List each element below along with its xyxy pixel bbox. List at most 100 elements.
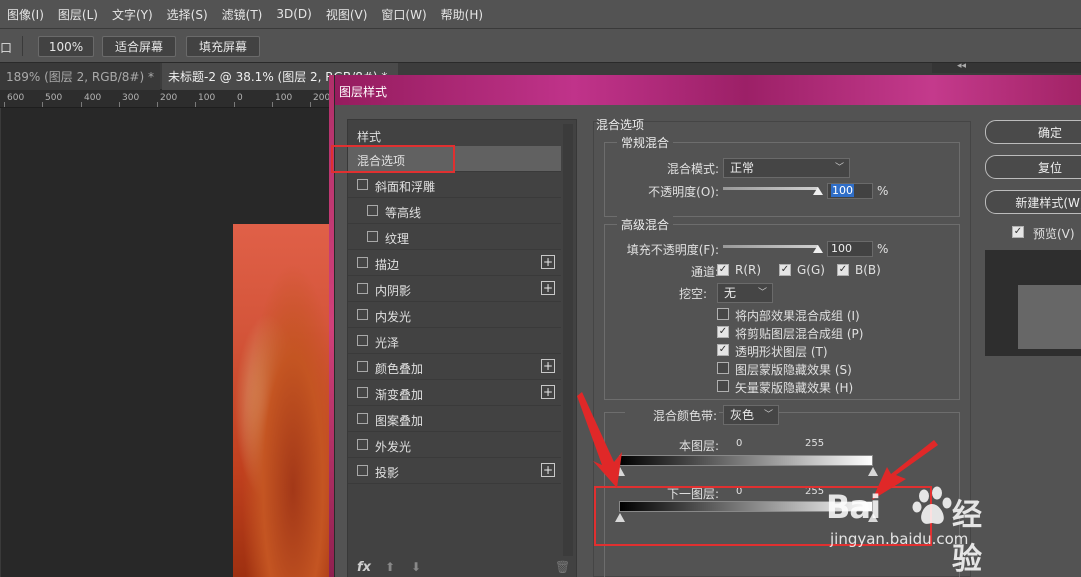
- menu-layer[interactable]: 图层(L): [51, 6, 105, 23]
- chevron-down-icon: ﹀: [757, 288, 767, 298]
- ruler-tick: [234, 102, 235, 107]
- blend-if-label: 混合颜色带:: [625, 407, 719, 424]
- style-item-contour[interactable]: 等高线: [348, 198, 561, 224]
- layer-mask-hides-checkbox[interactable]: [717, 362, 729, 374]
- fill-opacity-label: 填充不透明度(F):: [626, 243, 719, 257]
- move-down-icon[interactable]: ⬇: [411, 560, 421, 574]
- style-item-texture[interactable]: 纹理: [348, 224, 561, 250]
- style-item-label: 渐变叠加: [375, 388, 424, 402]
- add-icon[interactable]: +: [541, 281, 555, 295]
- styles-scrollbar[interactable]: [563, 124, 573, 556]
- dialog-title-bar[interactable]: 图层样式: [335, 75, 1081, 105]
- checkbox[interactable]: [367, 231, 378, 242]
- ok-button[interactable]: 确定: [985, 120, 1081, 144]
- blend-mode-value: 正常: [730, 161, 755, 175]
- add-icon[interactable]: +: [541, 463, 555, 477]
- checkbox[interactable]: [357, 283, 368, 294]
- style-item-drop-shadow[interactable]: 投影 +: [348, 458, 561, 484]
- menu-type[interactable]: 文字(Y): [105, 6, 160, 23]
- fill-opacity-input[interactable]: 100: [827, 241, 873, 257]
- ruler-label: 100: [275, 93, 293, 103]
- add-icon[interactable]: +: [541, 385, 555, 399]
- knockout-value: 无: [724, 286, 737, 300]
- opacity-slider[interactable]: [723, 187, 818, 190]
- reset-button[interactable]: 复位: [985, 155, 1081, 179]
- fill-opacity-slider[interactable]: [723, 245, 818, 248]
- knockout-select[interactable]: 无 ﹀: [717, 283, 773, 303]
- menu-help[interactable]: 帮助(H): [434, 6, 490, 23]
- options-bar: 口 100% 适合屏幕 填充屏幕: [0, 28, 1081, 63]
- channel-r-checkbox[interactable]: ✓: [717, 264, 729, 276]
- this-layer-max: 255: [805, 438, 825, 449]
- blend-mode-select[interactable]: 正常 ﹀: [723, 158, 850, 178]
- menu-window[interactable]: 窗口(W): [374, 6, 433, 23]
- dialog-title: 图层样式: [339, 85, 388, 99]
- fx-icon[interactable]: fx: [357, 560, 371, 575]
- style-item-satin[interactable]: 光泽: [348, 328, 561, 354]
- checkbox[interactable]: [367, 205, 378, 216]
- fill-screen-button[interactable]: 填充屏幕: [186, 36, 260, 57]
- channel-b-checkbox[interactable]: ✓: [837, 264, 849, 276]
- style-item-gradient-overlay[interactable]: 渐变叠加 +: [348, 380, 561, 406]
- style-item-outer-glow[interactable]: 外发光: [348, 432, 561, 458]
- ruler-tick: [119, 102, 120, 107]
- menu-view[interactable]: 视图(V): [319, 6, 375, 23]
- fit-screen-button[interactable]: 适合屏幕: [102, 36, 176, 57]
- ruler-label: 0: [237, 93, 243, 103]
- ruler-tick: [195, 102, 196, 107]
- ruler-label: 100: [198, 93, 216, 103]
- fill-opacity-slider-thumb[interactable]: [813, 245, 823, 253]
- fill-opacity-percent: %: [877, 242, 889, 256]
- checkbox[interactable]: [357, 309, 368, 320]
- this-layer-black-stop[interactable]: [615, 467, 625, 476]
- style-item-color-overlay[interactable]: 颜色叠加 +: [348, 354, 561, 380]
- ruler-tick: [310, 102, 311, 107]
- blend-if-select[interactable]: 灰色 ﹀: [723, 405, 779, 425]
- collapse-panels-icon[interactable]: ◂◂: [957, 61, 966, 71]
- this-layer-white-stop[interactable]: [868, 467, 878, 476]
- add-icon[interactable]: +: [541, 359, 555, 373]
- checkbox[interactable]: [357, 465, 368, 476]
- style-item-label: 投影: [375, 466, 400, 480]
- add-icon[interactable]: +: [541, 255, 555, 269]
- blend-interior-checkbox[interactable]: [717, 308, 729, 320]
- move-up-icon[interactable]: ⬆: [385, 560, 395, 574]
- checkbox[interactable]: [357, 179, 368, 190]
- style-item-label: 光泽: [375, 336, 400, 350]
- checkbox[interactable]: [357, 257, 368, 268]
- styles-header[interactable]: 样式: [357, 128, 381, 145]
- opacity-input[interactable]: 100: [827, 183, 873, 199]
- style-item-inner-glow[interactable]: 内发光: [348, 302, 561, 328]
- transparency-shapes-label: 透明形状图层 (T): [735, 345, 828, 359]
- checkbox[interactable]: [357, 361, 368, 372]
- trash-icon[interactable]: 🗑: [555, 560, 570, 574]
- document-tab-1[interactable]: 189% (图层 2, RGB/8#) * ✖: [0, 63, 171, 90]
- zoom-100-button[interactable]: 100%: [38, 36, 94, 57]
- vector-mask-hides-checkbox[interactable]: [717, 380, 729, 392]
- ruler-label: 200: [160, 93, 178, 103]
- this-layer-min: 0: [736, 438, 743, 449]
- style-item-stroke[interactable]: 描边 +: [348, 250, 561, 276]
- blend-clipped-checkbox[interactable]: ✓: [717, 326, 729, 338]
- checkbox[interactable]: [357, 335, 368, 346]
- style-item-pattern-overlay[interactable]: 图案叠加: [348, 406, 561, 432]
- preview-checkbox[interactable]: ✓: [1012, 226, 1024, 238]
- styles-list-panel: 样式 混合选项 斜面和浮雕 等高线 纹理 描边 + 内阴影 + 内发光 光泽 颜…: [347, 119, 577, 577]
- menu-image[interactable]: 图像(I): [0, 6, 51, 23]
- transparency-shapes-checkbox[interactable]: ✓: [717, 344, 729, 356]
- options-edge-label: 口: [0, 41, 13, 55]
- checkbox[interactable]: [357, 439, 368, 450]
- ruler-tick: [4, 102, 5, 107]
- menu-3d[interactable]: 3D(D): [269, 7, 318, 21]
- style-item-bevel-emboss[interactable]: 斜面和浮雕: [348, 172, 561, 198]
- menu-select[interactable]: 选择(S): [160, 6, 215, 23]
- channel-g-checkbox[interactable]: ✓: [779, 264, 791, 276]
- checkbox[interactable]: [357, 387, 368, 398]
- style-item-inner-shadow[interactable]: 内阴影 +: [348, 276, 561, 302]
- new-style-button[interactable]: 新建样式(W): [985, 190, 1081, 214]
- general-blending-title: 常规混合: [617, 134, 674, 151]
- checkbox[interactable]: [357, 413, 368, 424]
- opacity-slider-thumb[interactable]: [813, 187, 823, 195]
- knockout-label: 挖空:: [678, 287, 707, 301]
- menu-filter[interactable]: 滤镜(T): [215, 6, 270, 23]
